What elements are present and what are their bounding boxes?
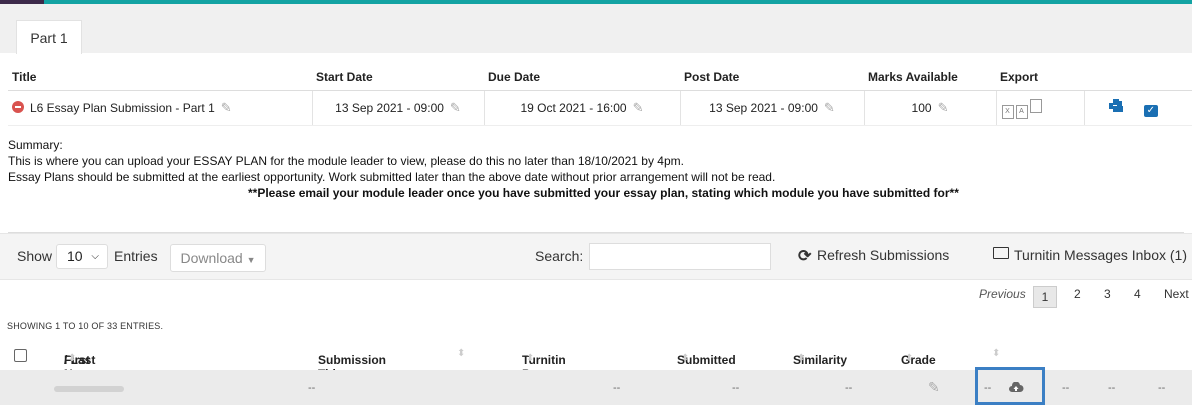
showing-entries-text: SHOWING 1 TO 10 OF 33 ENTRIES. bbox=[7, 321, 164, 331]
entries-label: Entries bbox=[114, 248, 158, 264]
col-title: Title bbox=[8, 64, 312, 91]
chevron-down-icon: ⌵ bbox=[91, 251, 99, 262]
assignment-title: L6 Essay Plan Submission - Part 1 bbox=[30, 101, 215, 115]
checkbox-envelope-icon[interactable]: ✓ bbox=[1143, 105, 1158, 117]
edit-start-date-pencil-icon[interactable]: ✎ bbox=[450, 100, 461, 116]
turnitin-inbox-link[interactable]: Turnitin Messages Inbox (1) bbox=[1014, 247, 1187, 263]
marks-available: 100 bbox=[911, 101, 932, 115]
assignment-table: Title Start Date Due Date Post Date Mark… bbox=[8, 64, 1192, 126]
refresh-submissions-link[interactable]: Refresh Submissions bbox=[817, 247, 949, 263]
sort-icon: ⬍ bbox=[68, 353, 77, 364]
edit-due-date-pencil-icon[interactable]: ✎ bbox=[633, 100, 644, 116]
title-cell: L6 Essay Plan Submission - Part 1 ✎ bbox=[8, 90, 313, 126]
col-due-date: Due Date bbox=[484, 64, 680, 91]
assignment-row: L6 Essay Plan Submission - Part 1 ✎ 13 Se… bbox=[8, 90, 1192, 126]
grademark-grid-icon[interactable] bbox=[1108, 99, 1123, 113]
edit-post-date-pencil-icon[interactable]: ✎ bbox=[824, 100, 835, 116]
pagination-previous[interactable]: Previous bbox=[979, 287, 1026, 301]
export-file-icon[interactable] bbox=[1029, 98, 1042, 113]
col-c-value: -- bbox=[1108, 382, 1116, 394]
download-button[interactable]: Download ▼ bbox=[170, 244, 266, 272]
export-pdf-icon[interactable]: A bbox=[1015, 104, 1028, 119]
submissions-controls: Show 10 ⌵ Entries Download ▼ Search: ⟳ Re… bbox=[0, 233, 1192, 280]
col-start-date: Start Date bbox=[312, 64, 484, 91]
caret-down-icon: ▼ bbox=[246, 255, 256, 265]
submissions-table-header: First Name⬍ / Last Name⬍ Submission Titl… bbox=[8, 343, 1192, 395]
pagination-page-3[interactable]: 3 bbox=[1104, 287, 1111, 301]
col-post-date: Post Date bbox=[680, 64, 864, 91]
upload-highlight-box bbox=[975, 367, 1045, 405]
start-date: 13 Sep 2021 - 09:00 bbox=[335, 101, 444, 115]
search-label: Search: bbox=[535, 248, 584, 264]
pagination-page-1[interactable]: 1 bbox=[1033, 286, 1057, 308]
sort-icon: ⬍ bbox=[526, 353, 535, 364]
sort-icon: ⬍ bbox=[797, 353, 806, 364]
col-b-value: -- bbox=[1062, 382, 1070, 394]
sort-icon: ⬍ bbox=[905, 353, 914, 364]
download-label: Download bbox=[180, 250, 243, 266]
submitted-value: -- bbox=[732, 382, 740, 394]
sort-icon: ⬍ bbox=[681, 353, 690, 364]
search-input[interactable] bbox=[589, 243, 771, 270]
show-label: Show bbox=[17, 248, 53, 264]
tab-part-1[interactable]: Part 1 bbox=[16, 20, 82, 54]
assignment-summary: Summary: This is where you can upload yo… bbox=[8, 137, 1184, 233]
refresh-icon[interactable]: ⟳ bbox=[798, 246, 811, 266]
delete-part-icon[interactable] bbox=[12, 101, 24, 113]
post-date-cell: 13 Sep 2021 - 09:00 ✎ bbox=[680, 90, 865, 126]
edit-marks-pencil-icon[interactable]: ✎ bbox=[938, 100, 949, 116]
summary-label: Summary: bbox=[8, 138, 63, 152]
pagination-next[interactable]: Next bbox=[1164, 287, 1189, 301]
summary-line-1: This is where you can upload your ESSAY … bbox=[8, 154, 684, 168]
similarity-value: -- bbox=[845, 382, 853, 394]
grade-pencil-icon[interactable]: ✎ bbox=[928, 379, 940, 396]
actions-cell: ✓ bbox=[1084, 90, 1192, 126]
post-date: 13 Sep 2021 - 09:00 bbox=[709, 101, 818, 115]
sort-icon: ⬍ bbox=[457, 348, 466, 359]
col-d-value: -- bbox=[1158, 382, 1166, 394]
export-xls-icon[interactable]: X bbox=[1001, 104, 1014, 119]
edit-title-pencil-icon[interactable]: ✎ bbox=[221, 100, 232, 116]
tab-strip: Part 1 bbox=[0, 4, 1192, 54]
pagination-page-4[interactable]: 4 bbox=[1134, 287, 1141, 301]
col-actions bbox=[1084, 64, 1192, 91]
paper-id-value: -- bbox=[613, 382, 621, 394]
summary-line-2: Essay Plans should be submitted at the e… bbox=[8, 170, 776, 184]
submission-title-value: -- bbox=[308, 382, 316, 394]
pagination-page-2[interactable]: 2 bbox=[1074, 287, 1081, 301]
sort-icon: ⬍ bbox=[992, 348, 1001, 359]
col-export: Export bbox=[996, 64, 1084, 91]
entries-select[interactable]: 10 ⌵ bbox=[56, 244, 108, 269]
summary-line-3: **Please email your module leader once y… bbox=[248, 186, 959, 200]
entries-value: 10 bbox=[67, 248, 83, 264]
start-date-cell: 13 Sep 2021 - 09:00 ✎ bbox=[312, 90, 485, 126]
col-marks: Marks Available bbox=[864, 64, 996, 91]
export-cell: XA bbox=[996, 90, 1085, 126]
due-date: 19 Oct 2021 - 16:00 bbox=[520, 101, 627, 115]
redacted-student-name bbox=[54, 386, 124, 392]
envelope-icon bbox=[993, 247, 1009, 259]
marks-cell: 100 ✎ bbox=[864, 90, 997, 126]
due-date-cell: 19 Oct 2021 - 16:00 ✎ bbox=[484, 90, 681, 126]
